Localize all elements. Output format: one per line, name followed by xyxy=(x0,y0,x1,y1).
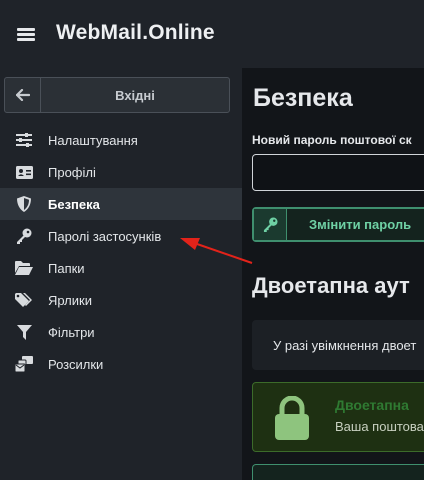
two-factor-status: Двоетапна Ваша поштова xyxy=(252,382,424,452)
new-password-input[interactable] xyxy=(252,154,424,191)
sliders-icon xyxy=(14,132,34,148)
hamburger-icon[interactable] xyxy=(17,25,37,43)
change-password-button[interactable]: Змінити пароль xyxy=(252,207,424,242)
sidebar-item-security[interactable]: Безпека xyxy=(0,188,242,220)
change-password-label: Змінити пароль xyxy=(309,217,412,232)
top-bar: WebMail.Online xyxy=(0,0,424,68)
tags-icon xyxy=(14,292,34,308)
arrow-left-icon[interactable] xyxy=(5,78,41,112)
sidebar: Вхідні Налаштування Профілі Безпека Паро… xyxy=(0,68,242,480)
two-factor-info-text: У разі увімкнення двоет xyxy=(273,337,417,353)
sidebar-item-label: Профілі xyxy=(48,164,96,180)
inbox-back-button[interactable]: Вхідні xyxy=(4,77,230,113)
two-factor-status-heading: Двоетапна xyxy=(335,397,409,413)
sidebar-item-label: Розсилки xyxy=(48,356,104,372)
sidebar-item-label: Паролі застосунків xyxy=(48,228,162,244)
id-card-icon xyxy=(14,164,34,180)
key-icon xyxy=(14,228,34,244)
sidebar-item-profiles[interactable]: Профілі xyxy=(0,156,242,188)
shield-icon xyxy=(14,196,34,212)
sidebar-item-settings[interactable]: Налаштування xyxy=(0,124,242,156)
two-factor-title: Двоетапна аут xyxy=(252,273,410,298)
two-factor-status-text: Ваша поштова xyxy=(335,419,424,434)
sidebar-item-filters[interactable]: Фільтри xyxy=(0,316,242,348)
sidebar-item-mailings[interactable]: Розсилки xyxy=(0,348,242,380)
new-password-label: Новий пароль поштової ск xyxy=(252,133,412,147)
mail-bulk-icon xyxy=(14,356,34,372)
security-panel: Безпека Новий пароль поштової ск Змінити… xyxy=(242,68,424,480)
two-factor-info: У разі увімкнення двоет xyxy=(252,320,424,370)
settings-menu: Налаштування Профілі Безпека Паролі заст… xyxy=(0,124,242,380)
sidebar-item-label: Папки xyxy=(48,260,85,276)
inbox-label[interactable]: Вхідні xyxy=(41,78,229,112)
lock-icon xyxy=(275,396,309,440)
folder-open-icon xyxy=(14,260,34,276)
sidebar-item-label: Ярлики xyxy=(48,292,92,308)
sidebar-item-label: Фільтри xyxy=(48,324,95,340)
app-title[interactable]: WebMail.Online xyxy=(56,21,215,45)
sidebar-item-app-passwords[interactable]: Паролі застосунків xyxy=(0,220,242,252)
sidebar-item-labels[interactable]: Ярлики xyxy=(0,284,242,316)
sidebar-item-label: Безпека xyxy=(48,196,100,212)
sidebar-item-folders[interactable]: Папки xyxy=(0,252,242,284)
sidebar-item-label: Налаштування xyxy=(48,132,138,148)
key-icon xyxy=(254,209,287,240)
two-factor-button[interactable] xyxy=(252,464,424,480)
page-title: Безпека xyxy=(253,84,353,112)
filter-icon xyxy=(14,324,34,340)
